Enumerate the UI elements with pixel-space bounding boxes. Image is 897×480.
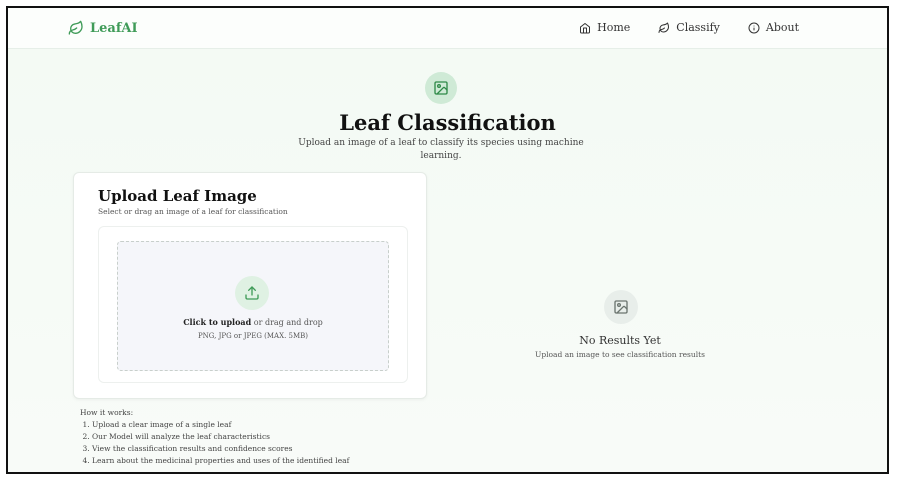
upload-card-title: Upload Leaf Image (98, 187, 257, 205)
results-image-icon (604, 290, 638, 324)
nav-about-label: About (765, 21, 799, 34)
nav-classify[interactable]: Classify (658, 21, 720, 34)
leaf-icon (68, 20, 84, 36)
click-to-upload-label[interactable]: Click to upload (183, 317, 251, 327)
how-it-works-steps: Upload a clear image of a single leaf Ou… (80, 419, 349, 467)
upload-card-description: Select or drag an image of a leaf for cl… (98, 207, 288, 216)
page-subtitle: Upload an image of a leaf to classify it… (298, 138, 584, 161)
info-icon (748, 22, 760, 34)
nav-about[interactable]: About (748, 21, 799, 34)
brand-logo[interactable]: LeafAI (68, 20, 138, 36)
upload-card: Upload Leaf Image Select or drag an imag… (73, 172, 427, 399)
nav-menu: Home Classify About (579, 21, 799, 34)
step-item: Our Model will analyze the leaf characte… (92, 431, 349, 443)
hero-image-icon (425, 72, 457, 104)
home-icon (579, 22, 591, 34)
accepted-formats: PNG, JPG or JPEG (MAX. 5MB) (197, 332, 309, 340)
nav-classify-label: Classify (676, 21, 720, 34)
brand-name: LeafAI (90, 20, 138, 36)
how-it-works-heading: How it works: (80, 408, 134, 417)
results-empty-title: No Results Yet (579, 334, 661, 347)
upload-icon (235, 276, 269, 310)
page-title: Leaf Classification (339, 110, 556, 135)
nav-home[interactable]: Home (579, 21, 630, 34)
upload-panel: Click to upload or drag and drop PNG, JP… (98, 226, 408, 383)
drag-drop-label: or drag and drop (251, 318, 323, 327)
dropzone-instruction: Click to upload or drag and drop (118, 317, 388, 327)
app-window: LeafAI Home Classify About Leaf Classifi… (6, 6, 889, 474)
results-empty-subtitle: Upload an image to see classification re… (535, 350, 705, 359)
leaf-icon (658, 22, 670, 34)
navbar: LeafAI Home Classify About (8, 8, 887, 49)
nav-home-label: Home (597, 21, 631, 34)
upload-dropzone[interactable]: Click to upload or drag and drop PNG, JP… (117, 241, 389, 371)
step-item: Upload a clear image of a single leaf (92, 419, 349, 431)
step-item: Learn about the medicinal properties and… (92, 455, 349, 467)
how-it-works: How it works: Upload a clear image of a … (80, 407, 349, 467)
step-item: View the classification results and conf… (92, 443, 349, 455)
